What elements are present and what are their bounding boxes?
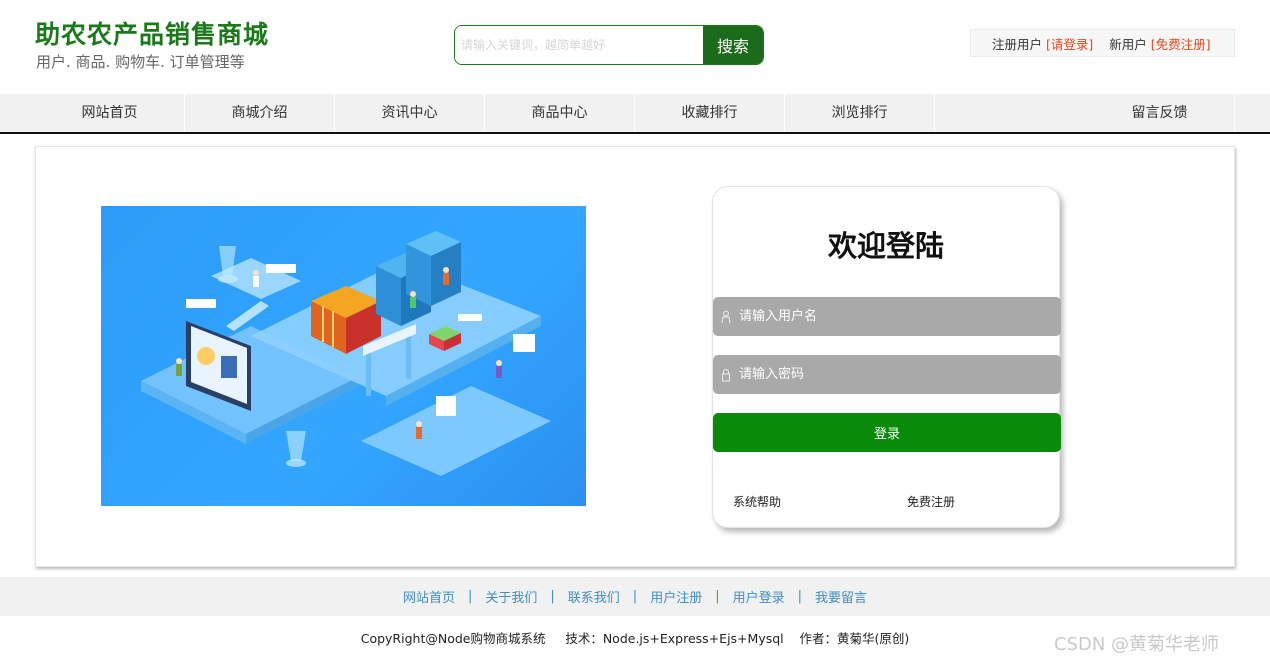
footer-separator: | [797, 589, 802, 604]
nav-item-favorites-rank[interactable]: 收藏排行 [635, 94, 785, 132]
free-register-link[interactable]: 免费注册 [907, 493, 955, 510]
nav-item-products[interactable]: 商品中心 [485, 94, 635, 132]
footer-link-contact[interactable]: 联系我们 [568, 587, 620, 606]
footer-separator: | [715, 589, 720, 604]
footer-nav: 网站首页 | 关于我们 | 联系我们 | 用户注册 | 用户登录 | 我要留言 [0, 577, 1270, 616]
system-help-link[interactable]: 系统帮助 [733, 493, 781, 510]
login-link[interactable]: [请登录] [1046, 34, 1093, 53]
isometric-library-illustration [141, 231, 551, 476]
csdn-watermark: CSDN @黄菊华老师 [1054, 634, 1220, 655]
username-input[interactable] [739, 298, 1061, 335]
login-illustration [101, 206, 586, 506]
login-button[interactable]: 登录 [713, 413, 1061, 452]
password-input[interactable] [739, 356, 1061, 393]
search-bar: 搜索 [454, 25, 764, 65]
search-input[interactable] [455, 26, 703, 64]
footer-separator: | [550, 589, 555, 604]
nav-item-about[interactable]: 商城介绍 [185, 94, 335, 132]
new-user-label: 新用户 [1109, 36, 1147, 52]
footer-link-message[interactable]: 我要留言 [815, 587, 867, 606]
login-card: 欢迎登陆 登录 系统帮助 免费注册 [712, 186, 1061, 528]
password-field-wrapper [713, 355, 1061, 394]
nav-item-news[interactable]: 资讯中心 [335, 94, 485, 132]
site-title: 助农农产品销售商城 [35, 20, 270, 49]
lock-icon [713, 368, 739, 382]
nav-item-feedback[interactable]: 留言反馈 [1085, 94, 1235, 132]
footer-link-home[interactable]: 网站首页 [403, 587, 455, 606]
site-subtitle: 用户. 商品. 购物车. 订单管理等 [36, 53, 245, 71]
username-field-wrapper [713, 297, 1061, 336]
footer-separator: | [632, 589, 638, 604]
registered-user-label: 注册用户 [992, 36, 1043, 52]
login-panel: 欢迎登陆 登录 系统帮助 免费注册 [35, 146, 1235, 567]
login-title: 欢迎登陆 [827, 229, 944, 263]
nav-item-home[interactable]: 网站首页 [35, 94, 185, 132]
site-header: 助农农产品销售商城 用户. 商品. 购物车. 订单管理等 搜索 注册用户 [请登… [0, 0, 1270, 94]
footer-link-register[interactable]: 用户注册 [650, 587, 702, 606]
footer-link-about[interactable]: 关于我们 [485, 587, 537, 606]
search-button[interactable]: 搜索 [703, 26, 763, 64]
register-link[interactable]: [免费注册] [1151, 34, 1211, 53]
footer-separator: | [467, 589, 473, 604]
nav-item-views-rank[interactable]: 浏览排行 [785, 94, 935, 132]
footer-link-login[interactable]: 用户登录 [733, 587, 785, 606]
user-icon [713, 310, 739, 324]
main-nav: 网站首页 商城介绍 资讯中心 商品中心 收藏排行 浏览排行 留言反馈 [0, 94, 1270, 134]
user-status-box: 注册用户 [请登录] 新用户 [免费注册] [970, 29, 1235, 57]
